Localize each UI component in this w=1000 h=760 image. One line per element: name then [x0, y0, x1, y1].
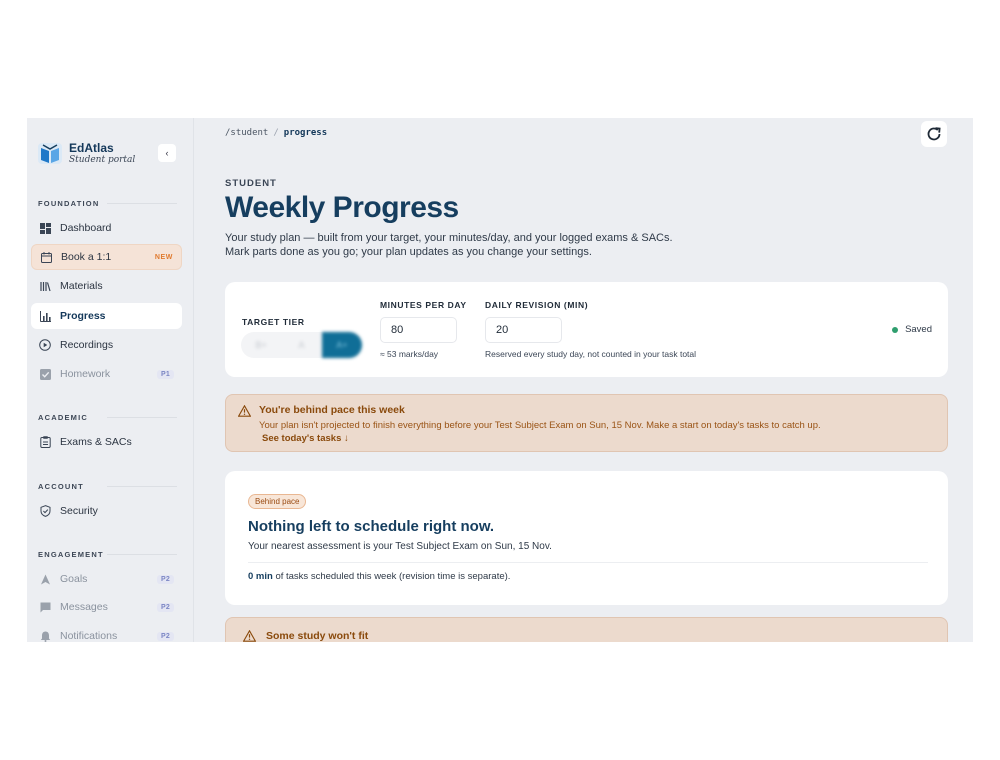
status-title: Nothing left to schedule right now.	[248, 518, 495, 535]
tier-option-selected[interactable]: A+	[321, 332, 362, 358]
sidebar-item-label: Recordings	[60, 339, 114, 351]
scheduled-minutes-note: 0 min of tasks scheduled this week (revi…	[248, 571, 510, 582]
save-status: Saved	[892, 324, 932, 335]
alert-title: Some study won't fit	[266, 630, 369, 642]
breadcrumb-root[interactable]: /student	[225, 128, 268, 138]
brand-subtitle: Student portal	[69, 155, 136, 165]
sidebar-item-materials[interactable]: Materials	[31, 273, 182, 299]
see-todays-tasks-link[interactable]: See today's tasks ↓	[262, 433, 349, 444]
divider	[248, 562, 928, 563]
alert-body: Your plan isn't projected to finish ever…	[259, 420, 821, 431]
sidebar-item-notifications[interactable]: Notifications P2	[31, 623, 182, 642]
shield-icon	[39, 505, 51, 517]
brand-name: EdAtlas	[69, 141, 114, 155]
intro-line-1: Your study plan — built from your target…	[225, 232, 673, 244]
section-label-foundation: FOUNDATION	[38, 199, 100, 208]
daily-revision-label: DAILY REVISION (MIN)	[485, 300, 589, 310]
sidebar-item-homework[interactable]: Homework P1	[31, 361, 182, 387]
book-logo-icon	[38, 143, 62, 164]
sidebar-item-label: Dashboard	[60, 222, 112, 234]
plan-status-card: Behind pace Nothing left to schedule rig…	[225, 471, 948, 605]
warning-icon	[243, 630, 256, 642]
clipboard-icon	[39, 436, 51, 448]
section-divider	[107, 203, 177, 204]
sidebar-item-label: Book a 1:1	[61, 251, 112, 263]
sidebar-item-label: Exams & SACs	[60, 436, 132, 448]
library-icon	[39, 280, 51, 292]
phase-badge: P2	[157, 631, 174, 641]
section-label-academic: ACADEMIC	[38, 413, 89, 422]
tier-option[interactable]: A	[281, 332, 321, 358]
bell-icon	[39, 630, 51, 642]
section-divider	[107, 486, 177, 487]
breadcrumb-separator: /	[273, 128, 279, 138]
breadcrumb: /student / progress	[225, 128, 327, 138]
section-divider	[107, 554, 177, 555]
sidebar-item-label: Security	[60, 505, 98, 517]
sidebar-item-messages[interactable]: Messages P2	[31, 594, 182, 620]
sidebar: EdAtlas Student portal ‹ FOUNDATION Dash…	[27, 118, 194, 642]
collapse-sidebar-button[interactable]: ‹	[158, 144, 176, 162]
phase-badge: P1	[157, 369, 174, 379]
dashboard-icon	[39, 222, 51, 234]
breadcrumb-current: progress	[283, 128, 328, 138]
chat-bubble-icon	[39, 601, 51, 613]
scheduled-minutes-value: 0 min	[248, 571, 273, 582]
sidebar-item-goals[interactable]: Goals P2	[31, 566, 182, 592]
sidebar-item-label: Materials	[60, 280, 103, 292]
study-wont-fit-alert: Some study won't fit	[225, 617, 948, 642]
target-tier-selector: B+ A A+	[241, 332, 362, 358]
brand[interactable]: EdAtlas Student portal	[37, 140, 135, 166]
sidebar-item-recordings[interactable]: Recordings	[31, 332, 182, 358]
checkbox-icon	[39, 368, 51, 380]
sidebar-item-label: Progress	[60, 310, 106, 322]
app-window: EdAtlas Student portal ‹ FOUNDATION Dash…	[27, 118, 973, 642]
bar-chart-icon	[39, 310, 51, 322]
refresh-button[interactable]	[921, 121, 947, 147]
refresh-icon	[927, 127, 941, 141]
page-title: Weekly Progress	[225, 191, 459, 224]
phase-badge: P2	[157, 574, 174, 584]
saved-label: Saved	[905, 324, 932, 335]
tier-option[interactable]: B+	[241, 332, 281, 358]
status-badge: Behind pace	[248, 494, 307, 509]
minutes-hint: ≈ 53 marks/day	[380, 349, 439, 359]
section-label-account: ACCOUNT	[38, 482, 84, 491]
main-content: /student / progress STUDENT Weekly Progres…	[195, 118, 973, 642]
navigation-arrow-icon	[39, 573, 51, 585]
new-badge: NEW	[154, 253, 173, 261]
sidebar-item-label: Messages	[60, 601, 108, 613]
chevron-left-icon: ‹	[165, 148, 169, 158]
phase-badge: P2	[157, 602, 174, 612]
daily-revision-input[interactable]: 20	[485, 317, 562, 343]
sidebar-item-label: Homework	[60, 368, 111, 380]
minutes-per-day-label: MINUTES PER DAY	[380, 300, 467, 310]
section-divider	[107, 417, 177, 418]
sidebar-item-dashboard[interactable]: Dashboard	[31, 215, 182, 241]
revision-hint: Reserved every study day, not counted in…	[485, 349, 697, 359]
sidebar-item-label: Goals	[60, 573, 88, 585]
play-circle-icon	[39, 339, 51, 351]
sidebar-item-progress[interactable]: Progress	[31, 303, 182, 329]
plan-settings-card: TARGET TIER B+ A A+ MINUTES PER DAY 80 ≈…	[225, 282, 948, 377]
page-eyebrow: STUDENT	[225, 178, 277, 189]
alert-title: You're behind pace this week	[259, 404, 405, 416]
sidebar-item-label: Notifications	[60, 630, 118, 642]
scheduled-minutes-text: of tasks scheduled this week (revision t…	[272, 571, 511, 582]
saved-dot-icon	[892, 326, 899, 333]
intro-line-2: Mark parts done as you go; your plan upd…	[225, 246, 592, 258]
behind-pace-alert: You're behind pace this week Your plan i…	[225, 394, 948, 452]
page-intro: Your study plan — built from your target…	[225, 231, 785, 259]
minutes-per-day-input[interactable]: 80	[380, 317, 457, 343]
target-tier-label: TARGET TIER	[242, 317, 305, 327]
sidebar-item-exams-sacs[interactable]: Exams & SACs	[31, 429, 182, 455]
sidebar-item-security[interactable]: Security	[31, 498, 182, 524]
warning-icon	[238, 405, 251, 417]
calendar-icon	[40, 251, 52, 263]
section-label-engagement: ENGAGEMENT	[38, 550, 104, 559]
sidebar-item-book-1on1[interactable]: Book a 1:1 NEW	[31, 244, 182, 270]
status-subtitle: Your nearest assessment is your Test Sub…	[248, 541, 552, 552]
